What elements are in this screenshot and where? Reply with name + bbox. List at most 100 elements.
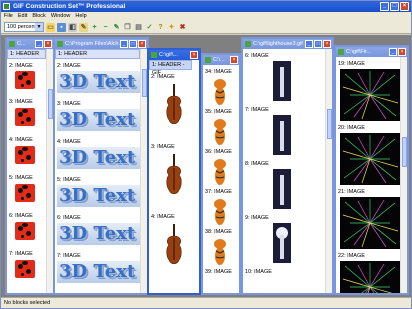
- list-item[interactable]: 37: IMAGE: [205, 189, 232, 195]
- scrollbar-thumb[interactable]: [327, 109, 332, 139]
- window-close-button[interactable]: ×: [323, 40, 331, 48]
- list-item[interactable]: 36: IMAGE: [205, 149, 232, 155]
- minimize-button[interactable]: _: [380, 2, 389, 11]
- maximize-button[interactable]: □: [390, 2, 399, 11]
- menu-edit[interactable]: Edit: [18, 12, 27, 21]
- menu-file[interactable]: File: [4, 12, 13, 21]
- list-item[interactable]: 2: IMAGE: [57, 63, 81, 69]
- lightbulb-icon[interactable]: ✦: [167, 23, 176, 32]
- list-item[interactable]: 20: IMAGE: [338, 125, 365, 131]
- wizard-icon[interactable]: ✎: [79, 22, 88, 32]
- document-window-lighthouse[interactable]: C:\gif\lighthouse3.gif ... _ □ × 6: IMAG…: [241, 37, 334, 295]
- list-item[interactable]: 7: IMAGE: [245, 107, 269, 113]
- 3d-text-image[interactable]: 3D Text: [57, 261, 143, 283]
- violin-image[interactable]: [163, 154, 185, 198]
- window-title-bar[interactable]: C:\Program Files\Alch... _ □ ×: [55, 39, 147, 49]
- list-item[interactable]: 3: IMAGE: [57, 101, 81, 107]
- list-item-header[interactable]: 1: HEADER: [55, 49, 140, 59]
- lighthouse-image[interactable]: [273, 223, 291, 263]
- 3d-text-image[interactable]: 3D Text: [57, 223, 143, 245]
- tiger-image[interactable]: [211, 117, 229, 145]
- merge-icon[interactable]: ◧: [68, 22, 77, 32]
- list-item[interactable]: 38: IMAGE: [205, 229, 232, 235]
- window-title-bar[interactable]: C:\gif\... ×: [149, 50, 199, 60]
- fireworks-image[interactable]: [340, 261, 400, 293]
- lighthouse-image[interactable]: [273, 169, 291, 209]
- list-item[interactable]: 3: IMAGE: [151, 144, 175, 150]
- list-item[interactable]: 19: IMAGE: [338, 61, 365, 67]
- window-title-bar[interactable]: C:\gif\Fir... _ ×: [336, 47, 407, 57]
- window-title-bar[interactable]: C... _ ×: [7, 39, 53, 49]
- list-item[interactable]: 4: IMAGE: [151, 214, 175, 220]
- list-item[interactable]: 22: IMAGE: [338, 253, 365, 259]
- ladybug-image[interactable]: [15, 108, 35, 126]
- vertical-scrollbar[interactable]: [140, 49, 147, 293]
- menu-help[interactable]: Help: [75, 12, 86, 21]
- window-minimize-button[interactable]: _: [120, 40, 128, 48]
- list-item[interactable]: 21: IMAGE: [338, 189, 365, 195]
- app-title-bar[interactable]: GIF Construction Set™ Professional _ □ ×: [1, 1, 411, 12]
- copy-icon[interactable]: ❐: [123, 23, 132, 32]
- list-item[interactable]: 9: IMAGE: [245, 215, 269, 221]
- list-item[interactable]: 10: IMAGE: [245, 269, 272, 275]
- fireworks-image[interactable]: [340, 197, 400, 249]
- window-minimize-button[interactable]: _: [305, 40, 313, 48]
- 3d-text-image[interactable]: 3D Text: [57, 71, 143, 93]
- 3d-text-image[interactable]: 3D Text: [57, 147, 143, 169]
- window-title-bar[interactable]: C:\... ×: [203, 55, 239, 65]
- list-item[interactable]: 4: IMAGE: [57, 139, 81, 145]
- list-item[interactable]: 39: IMAGE: [205, 269, 232, 275]
- document-window-ladybug[interactable]: C... _ × 1: HEADER 2: IMAGE 3: IMAGE 4: …: [5, 37, 55, 295]
- window-maximize-button[interactable]: □: [314, 40, 322, 48]
- list-item[interactable]: 5: IMAGE: [9, 175, 33, 181]
- fireworks-image[interactable]: [340, 69, 400, 121]
- add-block-icon[interactable]: +: [90, 23, 99, 32]
- edit-icon[interactable]: ✎: [112, 23, 121, 32]
- violin-image[interactable]: [163, 224, 185, 268]
- tiger-image[interactable]: [211, 77, 229, 105]
- menu-block[interactable]: Block: [32, 12, 45, 21]
- ladybug-image[interactable]: [15, 260, 35, 278]
- ladybug-image[interactable]: [15, 146, 35, 164]
- remove-block-icon[interactable]: −: [101, 23, 110, 32]
- window-close-button[interactable]: ×: [190, 51, 198, 59]
- tiger-image[interactable]: [211, 197, 229, 225]
- document-window-violin[interactable]: C:\gif\... × 1: HEADER - GIF 2: IMAGE 3:…: [147, 48, 201, 295]
- 3d-text-image[interactable]: 3D Text: [57, 109, 143, 131]
- lighthouse-image[interactable]: [273, 61, 291, 101]
- list-item[interactable]: 4: IMAGE: [9, 137, 33, 143]
- window-close-button[interactable]: ×: [398, 48, 406, 56]
- violin-image[interactable]: [163, 84, 185, 128]
- fireworks-image[interactable]: [340, 133, 400, 185]
- window-title-bar[interactable]: C:\gif\lighthouse3.gif ... _ □ ×: [243, 39, 332, 49]
- list-item-header[interactable]: 1: HEADER - GIF: [149, 60, 192, 76]
- list-item[interactable]: 35: IMAGE: [205, 109, 232, 115]
- list-item[interactable]: 3: IMAGE: [9, 99, 33, 105]
- 3d-text-image[interactable]: 3D Text: [57, 185, 143, 207]
- document-window-fireworks[interactable]: C:\gif\Fir... _ × 19: IMAGE 20: IMAGE 21…: [334, 45, 409, 295]
- vertical-scrollbar[interactable]: [46, 49, 53, 293]
- list-item[interactable]: 7: IMAGE: [57, 253, 81, 259]
- tiger-image[interactable]: [211, 237, 229, 265]
- window-minimize-button[interactable]: _: [389, 48, 397, 56]
- list-item[interactable]: 6: IMAGE: [245, 53, 269, 59]
- list-item[interactable]: 6: IMAGE: [57, 215, 81, 221]
- list-item[interactable]: 2: IMAGE: [151, 74, 175, 80]
- document-window-3d-text[interactable]: C:\Program Files\Alch... _ □ × 1: HEADER…: [53, 37, 149, 295]
- window-maximize-button[interactable]: □: [129, 40, 137, 48]
- list-item-header[interactable]: 1: HEADER: [7, 49, 46, 59]
- ladybug-image[interactable]: [15, 184, 35, 202]
- window-close-button[interactable]: ×: [138, 40, 146, 48]
- menu-window[interactable]: Window: [51, 12, 71, 21]
- list-item[interactable]: 7: IMAGE: [9, 251, 33, 257]
- list-item[interactable]: 6: IMAGE: [9, 213, 33, 219]
- ladybug-image[interactable]: [15, 71, 35, 89]
- tiger-image[interactable]: [211, 157, 229, 185]
- window-minimize-button[interactable]: _: [35, 40, 43, 48]
- ladybug-image[interactable]: [15, 222, 35, 240]
- window-close-button[interactable]: ×: [44, 40, 52, 48]
- save-icon[interactable]: ▪: [57, 22, 66, 32]
- open-folder-icon[interactable]: ▭: [46, 22, 55, 32]
- window-close-button[interactable]: ×: [230, 56, 238, 64]
- paste-icon[interactable]: ▤: [134, 23, 143, 32]
